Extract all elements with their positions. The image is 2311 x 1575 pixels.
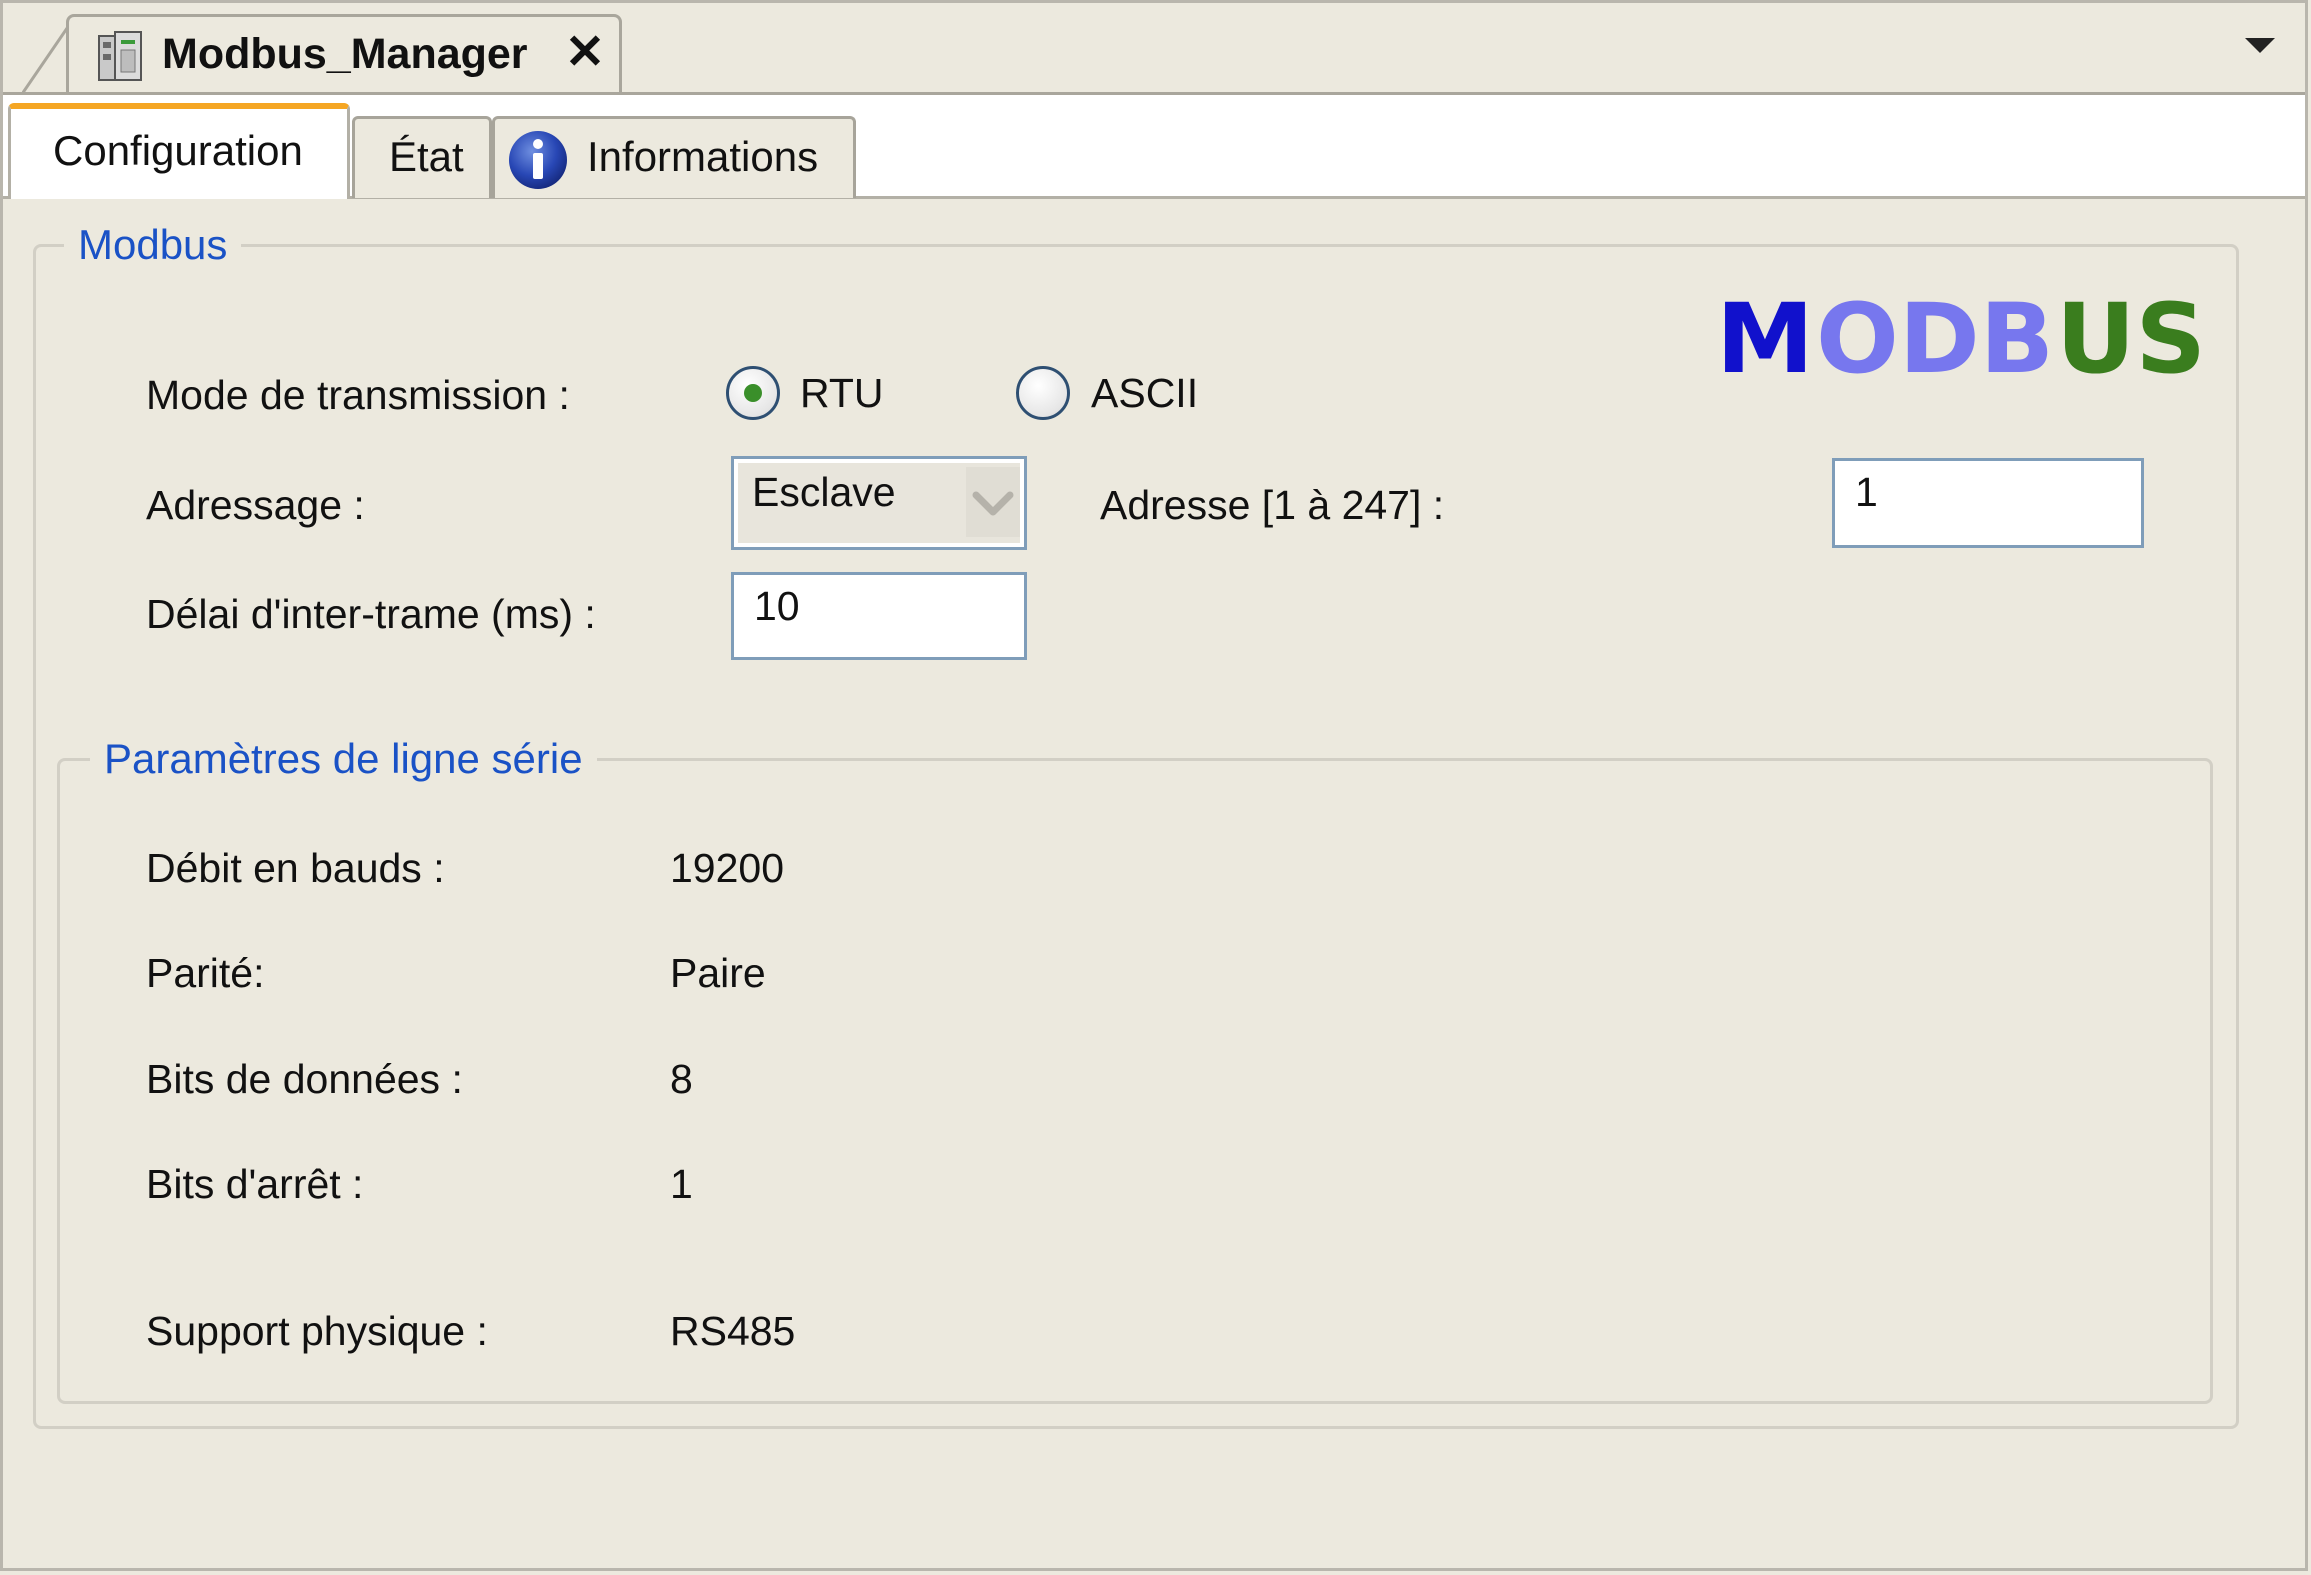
parity-label: Parité: — [146, 950, 265, 996]
document-title: Modbus_Manager — [162, 30, 528, 78]
physical-medium-value: RS485 — [670, 1308, 796, 1354]
modbus-group-legend: Modbus — [64, 220, 242, 270]
stop-bits-value: 1 — [670, 1161, 693, 1207]
chevron-down-icon — [972, 491, 1014, 516]
physical-medium-label: Support physique : — [146, 1308, 488, 1354]
svg-text:US: US — [2056, 290, 2206, 378]
interframe-delay-input[interactable]: 10 — [731, 572, 1027, 660]
ascii-radio[interactable] — [1016, 366, 1070, 420]
data-bits-label: Bits de données : — [146, 1056, 463, 1102]
rtu-radio[interactable] — [726, 366, 780, 420]
address-label: Adresse [1 à 247] : — [1100, 482, 1445, 528]
tab-informations-label: Informations — [587, 133, 819, 180]
data-bits-value: 8 — [670, 1056, 693, 1102]
addressing-label: Adressage : — [146, 482, 365, 528]
tab-etat-label: État — [389, 133, 464, 180]
radio-selected-dot — [744, 384, 762, 402]
device-module-icon — [98, 31, 142, 81]
addressing-select-value: Esclave — [752, 469, 896, 515]
parity-value: Paire — [670, 950, 766, 996]
svg-text:ODB: ODB — [1816, 290, 2054, 378]
close-icon[interactable]: ✕ — [562, 29, 608, 77]
svg-text:M: M — [1716, 290, 1814, 378]
rtu-radio-label[interactable]: RTU — [800, 368, 884, 418]
transmission-mode-label: Mode de transmission : — [146, 372, 570, 418]
info-icon — [509, 131, 567, 189]
stop-bits-label: Bits d'arrêt : — [146, 1161, 364, 1207]
tab-etat[interactable]: État — [352, 116, 492, 198]
address-input[interactable]: 1 — [1832, 458, 2144, 548]
addressing-select[interactable]: Esclave — [731, 456, 1027, 550]
baud-rate-label: Débit en bauds : — [146, 845, 445, 891]
baud-rate-value: 19200 — [670, 845, 785, 891]
tab-informations[interactable]: Informations — [492, 116, 856, 198]
tab-configuration-label: Configuration — [53, 127, 303, 174]
interframe-delay-label: Délai d'inter-trame (ms) : — [146, 591, 596, 637]
serial-line-group-legend: Paramètres de ligne série — [90, 734, 597, 784]
tab-configuration[interactable]: Configuration — [8, 103, 350, 199]
ascii-radio-label[interactable]: ASCII — [1091, 368, 1198, 418]
addressing-select-button[interactable] — [966, 467, 1020, 537]
chevron-down-icon[interactable] — [2245, 38, 2275, 53]
modbus-logo: M ODB US — [1716, 290, 2206, 378]
